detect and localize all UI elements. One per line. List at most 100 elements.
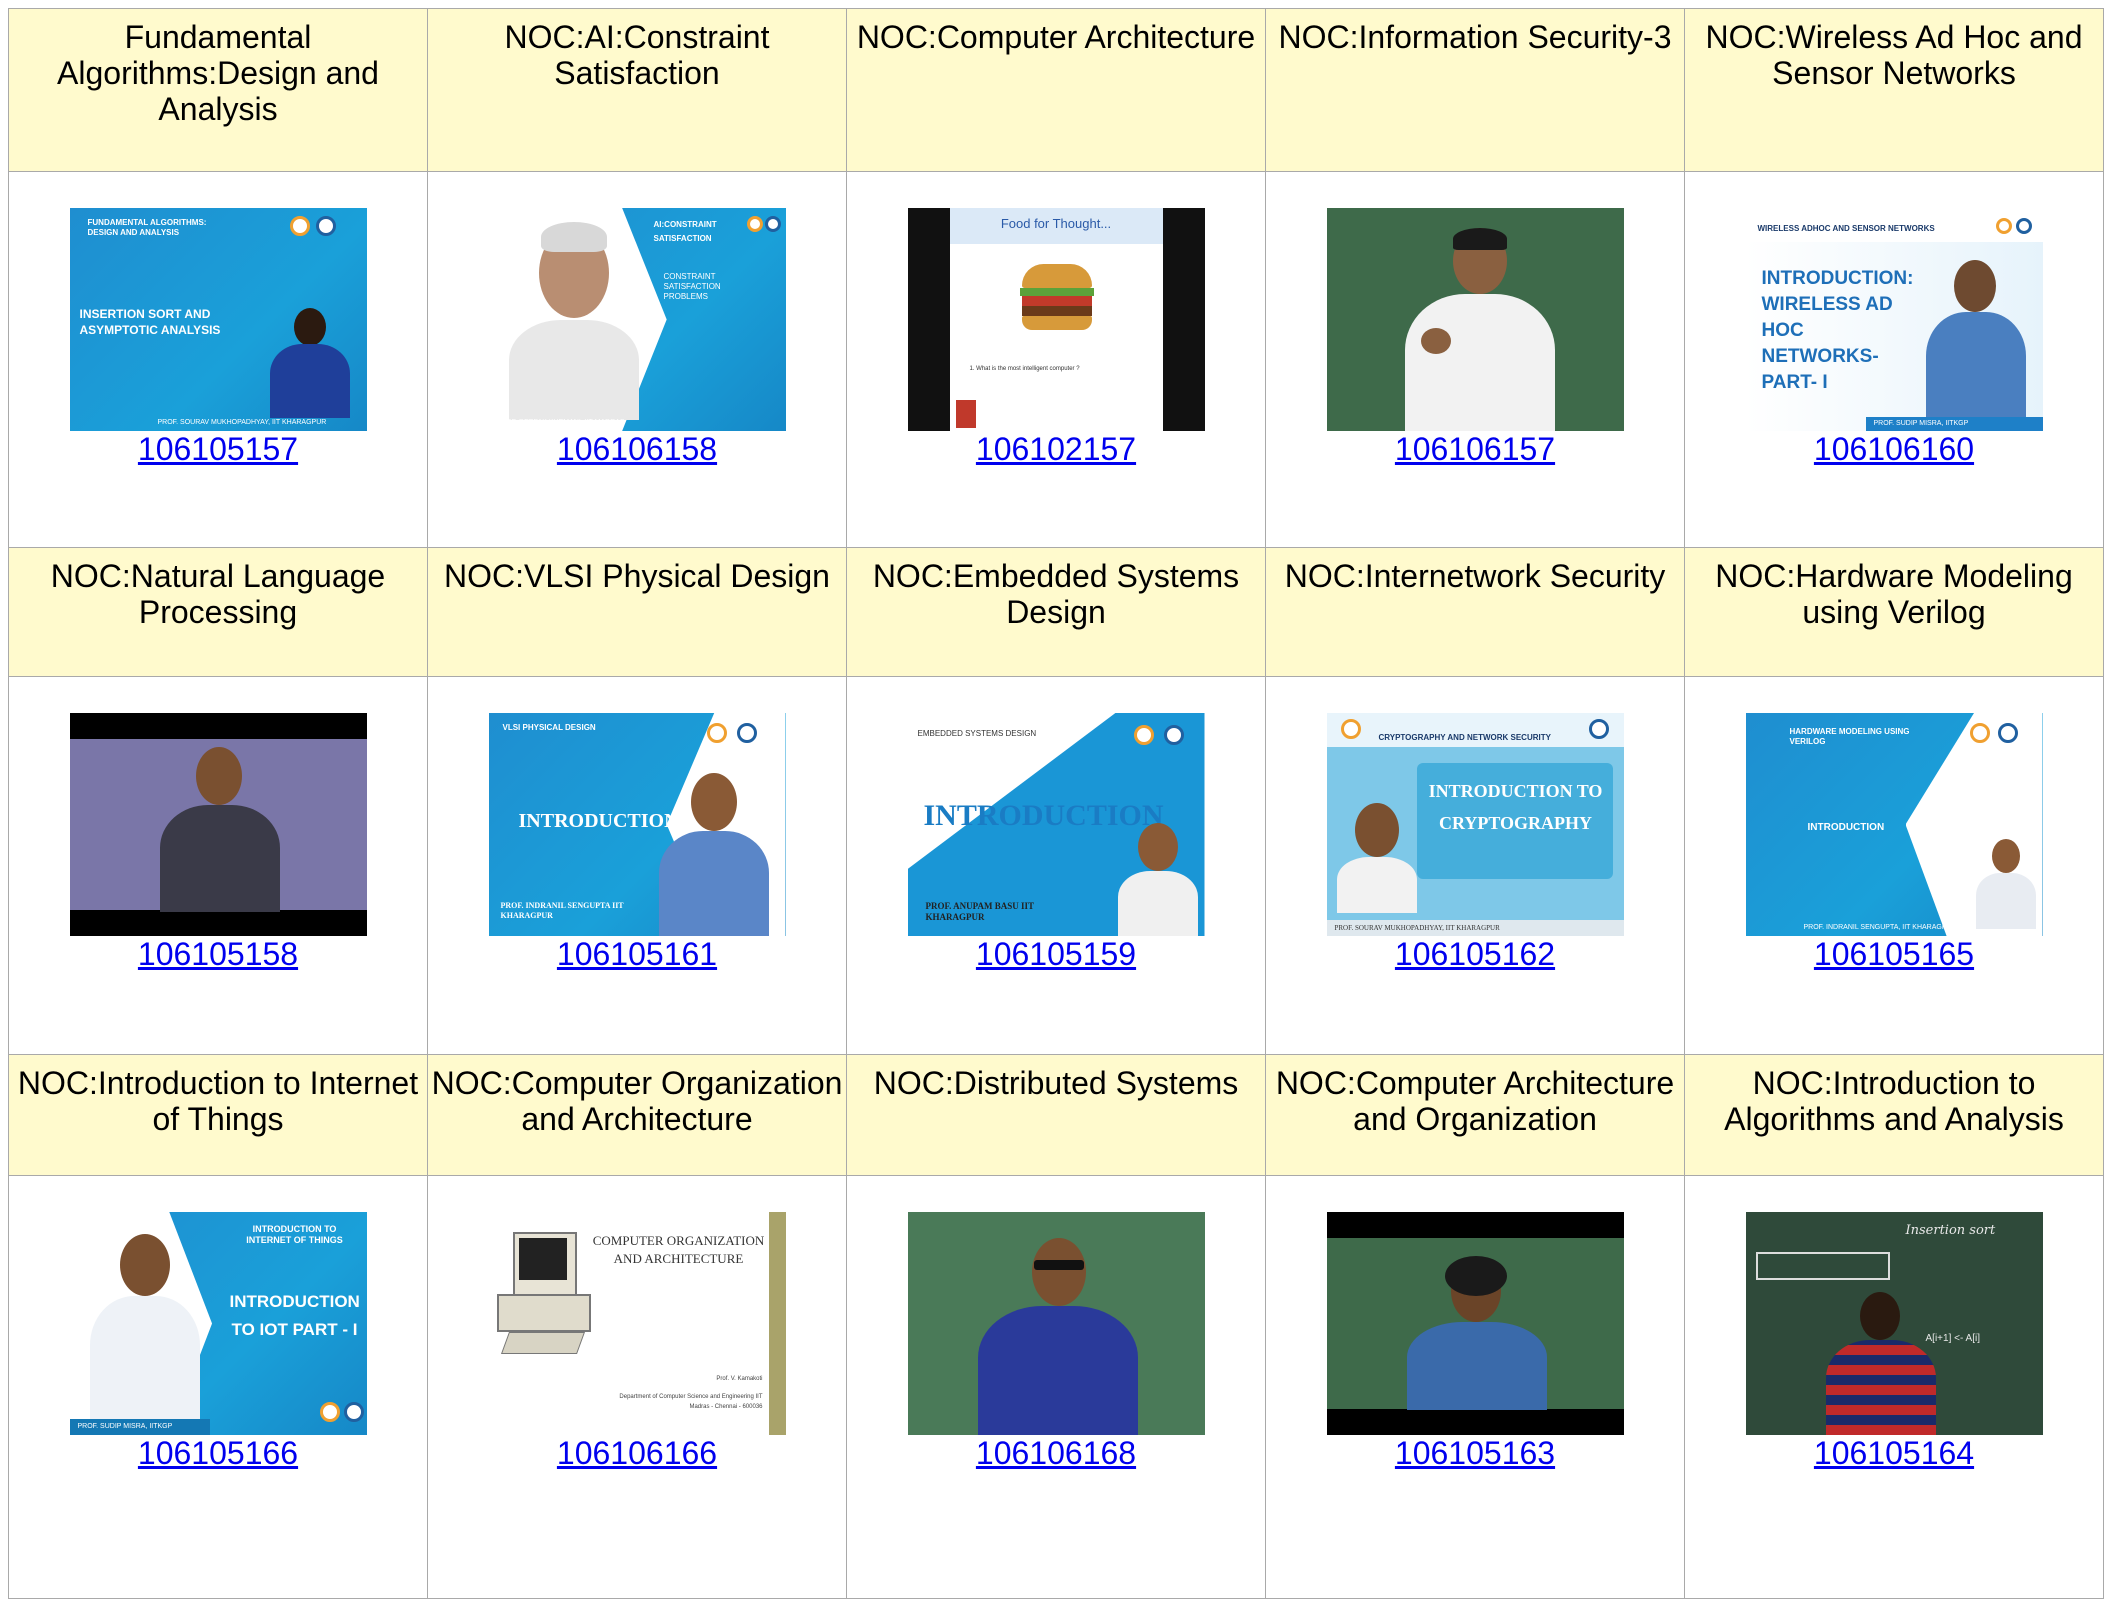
slide-footer: PROF. SUDIP MISRA, IITKGP	[69, 1419, 210, 1435]
presenter-figure	[89, 1234, 200, 1419]
course-code-link[interactable]: 106105158	[138, 936, 298, 972]
burger-icon	[1021, 264, 1092, 288]
course-code-link[interactable]: 106105162	[1395, 936, 1555, 972]
course-grid: Fundamental Algorithms:Design and Analys…	[8, 8, 2104, 1599]
slide-footer: Department of Computer Science and Engin…	[619, 1394, 763, 1410]
slide-header: EMBEDDED SYSTEMS DESIGN	[917, 729, 1037, 738]
presenter-figure	[1404, 228, 1555, 431]
board-writing: Insertion sort	[1905, 1223, 1996, 1238]
course-cell: 106106168	[846, 1175, 1266, 1599]
course-cell: VLSI PHYSICAL DESIGN INTRODUCTION PROF. …	[427, 676, 847, 1055]
slide-header: FUNDAMENTAL ALGORITHMS: DESIGN AND ANALY…	[87, 218, 207, 237]
slide-header: CRYPTOGRAPHY AND NETWORK SECURITY	[1378, 733, 1551, 742]
course-thumb-row: FUNDAMENTAL ALGORITHMS: DESIGN AND ANALY…	[8, 171, 2104, 548]
course-title: NOC:Wireless Ad Hoc and Sensor Networks	[1684, 8, 2104, 172]
course-title: NOC:Embedded Systems Design	[846, 547, 1266, 677]
institute-logo-icon	[736, 723, 757, 743]
presenter-figure	[1406, 1256, 1547, 1410]
course-thumbnail[interactable]	[1326, 208, 1624, 431]
presenter-figure	[1336, 803, 1417, 913]
course-cell: 106105163	[1265, 1175, 1685, 1599]
institute-logo-icon	[1588, 719, 1609, 739]
course-thumbnail[interactable]	[69, 713, 367, 936]
course-thumbnail[interactable]: FUNDAMENTAL ALGORITHMS: DESIGN AND ANALY…	[69, 208, 367, 431]
slide-author: Prof. V. Kamakoti	[716, 1376, 763, 1382]
course-cell: 106106157	[1265, 171, 1685, 548]
slide-footer: PROF. SUDIP MISRA, IITKGP	[1865, 417, 2043, 431]
slide-footer: PROF. SOURAV MUKHOPADHYAY, IIT KHARAGPUR	[1326, 920, 1624, 936]
presenter-figure	[1925, 260, 2026, 422]
institute-logo-icon	[1995, 218, 2012, 234]
course-code-link[interactable]: 106105165	[1814, 936, 1974, 972]
course-code-link[interactable]: 106105159	[976, 936, 1136, 972]
course-thumbnail[interactable]: AI:CONSTRAINT SATISFACTION CONSTRAINT SA…	[488, 208, 786, 431]
course-cell: CRYPTOGRAPHY AND NETWORK SECURITY INTROD…	[1265, 676, 1685, 1055]
institute-logo-icon	[2015, 218, 2032, 234]
course-title: NOC:Hardware Modeling using Verilog	[1684, 547, 2104, 677]
course-title: NOC:Internetwork Security	[1265, 547, 1685, 677]
presenter-figure	[269, 308, 350, 418]
course-title: NOC:Introduction to Algorithms and Analy…	[1684, 1054, 2104, 1176]
course-title: NOC:Distributed Systems	[846, 1054, 1266, 1176]
course-thumbnail[interactable]: EMBEDDED SYSTEMS DESIGN INTRODUCTION PRO…	[907, 713, 1205, 936]
course-thumbnail[interactable]: COMPUTER ORGANIZATION AND ARCHITECTURE P…	[488, 1212, 786, 1435]
course-cell: Insertion sort A[i+1] <- A[i] 106105164	[1684, 1175, 2104, 1599]
course-code-link[interactable]: 106105161	[557, 936, 717, 972]
course-cell: WIRELESS ADHOC AND SENSOR NETWORKS INTRO…	[1684, 171, 2104, 548]
slide-headline: INTRODUCTION TO CRYPTOGRAPHY	[1428, 781, 1603, 833]
course-thumbnail[interactable]: Insertion sort A[i+1] <- A[i]	[1745, 1212, 2043, 1435]
course-title-row: Fundamental Algorithms:Design and Analys…	[8, 8, 2104, 172]
slide-footer: PROF. INDRANIL SENGUPTA IIT KHARAGPUR	[500, 901, 624, 920]
course-code-link[interactable]: 106106160	[1814, 431, 1974, 467]
course-code-link[interactable]: 106102157	[976, 431, 1136, 467]
slide-header: VLSI PHYSICAL DESIGN	[502, 723, 596, 732]
course-thumbnail[interactable]	[1326, 1212, 1624, 1435]
course-thumbnail[interactable]: Food for Thought... 1. What is the most …	[907, 208, 1205, 431]
slide-header: HARDWARE MODELING USING VERILOG	[1789, 727, 1910, 746]
course-cell: 106105158	[8, 676, 428, 1055]
course-cell: AI:CONSTRAINT SATISFACTION CONSTRAINT SA…	[427, 171, 847, 548]
slide-footer: PROF. DEEPAK KHEMANI, IIT MADRAS	[496, 419, 625, 426]
slide-headline: INTRODUCTION TO IOT PART - I	[229, 1292, 360, 1339]
course-code-link[interactable]: 106105157	[138, 431, 298, 467]
course-thumbnail[interactable]: VLSI PHYSICAL DESIGN INTRODUCTION PROF. …	[488, 713, 786, 936]
course-thumbnail[interactable]: CRYPTOGRAPHY AND NETWORK SECURITY INTROD…	[1326, 713, 1624, 936]
slide-headline: INTRODUCTION	[518, 810, 679, 832]
course-title-row: NOC:Natural Language Processing NOC:VLSI…	[8, 547, 2104, 677]
course-cell: FUNDAMENTAL ALGORITHMS: DESIGN AND ANALY…	[8, 171, 428, 548]
course-cell: Food for Thought... 1. What is the most …	[846, 171, 1266, 548]
presenter-figure	[1117, 823, 1198, 936]
slide-header: INTRODUCTION TO INTERNET OF THINGS	[246, 1224, 343, 1245]
course-title: NOC:Introduction to Internet of Things	[8, 1054, 428, 1176]
slide-headline: INTRODUCTION	[1807, 822, 1885, 833]
course-thumbnail[interactable]: WIRELESS ADHOC AND SENSOR NETWORKS INTRO…	[1745, 208, 2043, 431]
course-title: NOC:Computer Organization and Architectu…	[427, 1054, 847, 1176]
course-thumbnail[interactable]: HARDWARE MODELING USING VERILOG INTRODUC…	[1745, 713, 2043, 936]
course-thumbnail[interactable]: INTRODUCTION TO INTERNET OF THINGS INTRO…	[69, 1212, 367, 1435]
slide-footer: PROF. SOURAV MUKHOPADHYAY, IIT KHARAGPUR	[157, 419, 327, 426]
course-cell: HARDWARE MODELING USING VERILOG INTRODUC…	[1684, 676, 2104, 1055]
course-code-link[interactable]: 106105164	[1814, 1435, 1974, 1471]
course-title: NOC:Computer Architecture and Organizati…	[1265, 1054, 1685, 1176]
presenter-figure	[977, 1238, 1138, 1435]
course-code-link[interactable]: 106106168	[976, 1435, 1136, 1471]
course-title: NOC:VLSI Physical Design	[427, 547, 847, 677]
slide-footer: PROF. INDRANIL SENGUPTA, IIT KHARAGPUR	[1803, 924, 1957, 931]
course-code-link[interactable]: 106105166	[138, 1435, 298, 1471]
slide-headline: INSERTION SORT AND ASYMPTOTIC ANALYSIS	[79, 307, 221, 337]
presenter-figure	[1975, 839, 2036, 929]
course-title: NOC:Computer Architecture	[846, 8, 1266, 172]
course-thumb-row: INTRODUCTION TO INTERNET OF THINGS INTRO…	[8, 1175, 2104, 1599]
course-code-link[interactable]: 106106157	[1395, 431, 1555, 467]
course-code-link[interactable]: 106105163	[1395, 1435, 1555, 1471]
institute-logo-icon	[1163, 725, 1184, 745]
publisher-logo-icon	[955, 400, 976, 428]
institute-logo-icon	[1340, 719, 1361, 739]
course-code-link[interactable]: 106106158	[557, 431, 717, 467]
presenter-figure	[159, 747, 280, 912]
institute-logo-icon	[1969, 723, 1990, 743]
course-thumbnail[interactable]	[907, 1212, 1205, 1435]
slide-headline: INTRODUCTION: WIRELESS AD HOC NETWORKS- …	[1761, 268, 1914, 393]
slide-subtitle: CONSTRAINT SATISFACTION PROBLEMS	[663, 272, 721, 301]
course-code-link[interactable]: 106106166	[557, 1435, 717, 1471]
